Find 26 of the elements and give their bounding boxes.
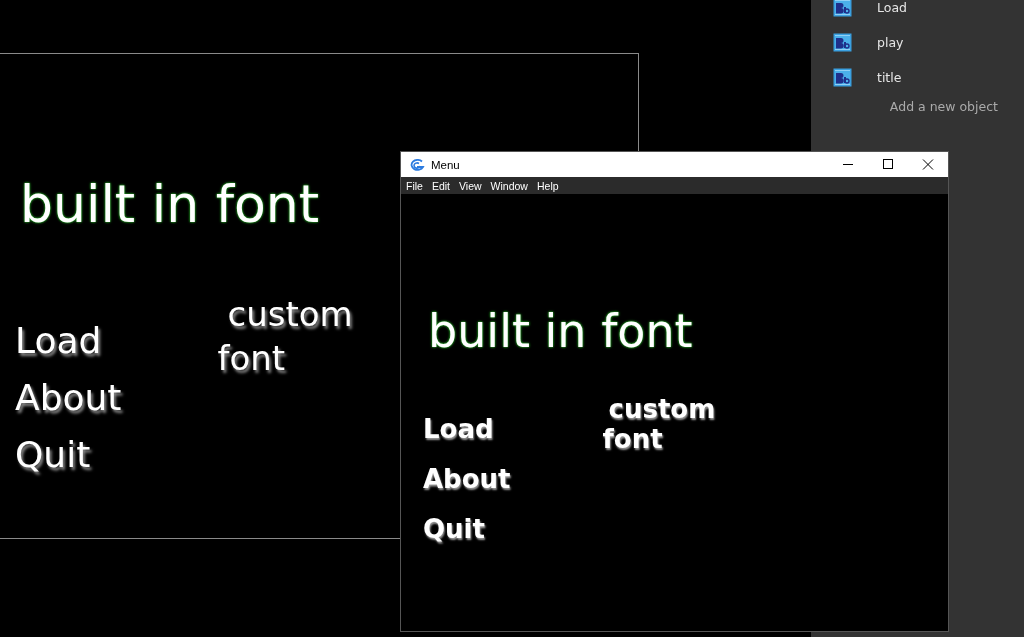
custom-font-text: font: [602, 424, 663, 454]
menu-option-text: About: [423, 463, 511, 496]
menu-option-text: Quit: [15, 433, 91, 477]
text-object-icon: [833, 33, 852, 52]
custom-font-text: custom: [227, 294, 353, 334]
scene-heading: built in font: [20, 174, 320, 234]
menu-option-text: About: [15, 376, 122, 420]
menu-bar-item[interactable]: File: [406, 179, 423, 192]
text-object-icon: [833, 68, 852, 87]
window-title: Menu: [431, 158, 460, 171]
text-object-icon: [833, 0, 852, 17]
scene-heading: built in font: [428, 304, 693, 358]
menu-bar-item[interactable]: Window: [490, 179, 528, 192]
menu-option-text: Quit: [423, 513, 485, 546]
object-list-item[interactable]: play: [811, 25, 1024, 60]
menu-option-text: Load: [423, 413, 494, 446]
menu-option-text: Load: [15, 319, 102, 363]
add-object-link[interactable]: Add a new object: [889, 99, 998, 114]
app-logo-icon: [409, 158, 425, 171]
menu-bar-item[interactable]: Edit: [431, 179, 450, 192]
object-list-item[interactable]: title: [811, 60, 1024, 95]
menu-bar-item[interactable]: View: [459, 179, 482, 192]
object-list-item[interactable]: Load: [811, 0, 1024, 25]
custom-font-text: custom: [608, 394, 716, 424]
menu-bar-item[interactable]: Help: [536, 179, 559, 192]
custom-font-text: font: [217, 338, 286, 378]
